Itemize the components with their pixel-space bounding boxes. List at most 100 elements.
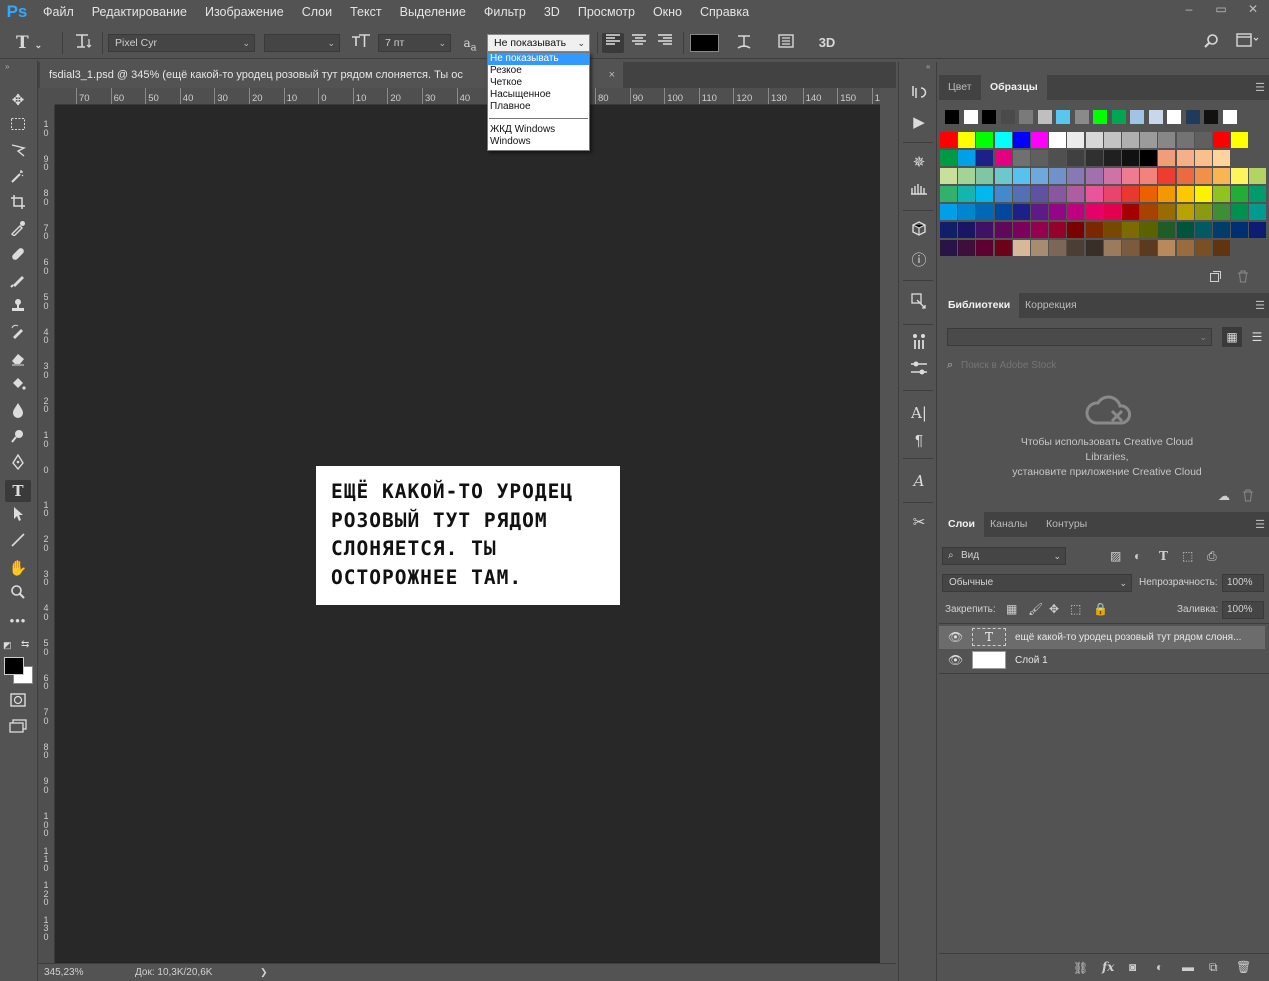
color-swatch[interactable] xyxy=(958,150,976,166)
swap-colors-icon[interactable]: ⇆ xyxy=(21,639,29,650)
color-swatch[interactable] xyxy=(1031,168,1048,184)
color-swatch[interactable] xyxy=(1103,204,1121,220)
color-swatch[interactable] xyxy=(1085,186,1103,202)
document-text-layer[interactable]: ЕЩЁ КАКОЙ-ТО УРОДЕЦ РОЗОВЫЙ ТУТ РЯДОМ СЛ… xyxy=(331,478,621,592)
color-swatch[interactable] xyxy=(1140,168,1158,184)
dropdown-option-lcd-windows[interactable]: ЖКД Windows xyxy=(488,124,589,136)
menu-3d[interactable]: 3D xyxy=(535,0,569,24)
hand-tool-icon[interactable]: ✋ xyxy=(5,558,31,580)
color-swatch[interactable] xyxy=(1031,240,1048,256)
opacity-field[interactable]: 100% xyxy=(1222,574,1264,592)
color-swatch[interactable] xyxy=(1148,110,1163,124)
new-layer-icon[interactable]: ⧉ xyxy=(1209,960,1218,975)
color-swatch[interactable] xyxy=(1204,110,1218,124)
color-swatch[interactable] xyxy=(1074,110,1089,124)
filter-smart-object-icon[interactable]: ⎙ xyxy=(1207,549,1217,564)
filter-shape-icon[interactable]: ⬚ xyxy=(1182,549,1193,563)
tab-color[interactable]: Цвет xyxy=(939,75,981,100)
color-swatch[interactable] xyxy=(1031,186,1048,202)
character-panel-icon[interactable] xyxy=(775,33,797,53)
color-swatch[interactable] xyxy=(1231,168,1249,184)
color-swatch[interactable] xyxy=(1000,110,1015,124)
color-swatch[interactable] xyxy=(1085,240,1103,256)
tab-layers[interactable]: Слои xyxy=(939,512,984,537)
zoom-tool-icon[interactable] xyxy=(5,584,31,606)
crop-tool-icon[interactable] xyxy=(5,194,31,216)
color-swatch[interactable] xyxy=(1085,222,1103,238)
color-swatch[interactable] xyxy=(1167,110,1181,124)
lock-pixels-icon[interactable]: 🖌 xyxy=(1028,602,1043,616)
color-swatch[interactable] xyxy=(1140,222,1158,238)
collapse-tools-icon[interactable]: » xyxy=(5,62,9,71)
brushes-icon[interactable] xyxy=(907,180,931,202)
stock-search-input[interactable] xyxy=(961,356,1261,374)
color-swatch[interactable] xyxy=(1140,240,1158,256)
color-swatch[interactable] xyxy=(1231,132,1249,148)
paint-bucket-icon[interactable] xyxy=(5,376,31,398)
color-swatch[interactable] xyxy=(976,240,994,256)
color-swatch[interactable] xyxy=(1049,204,1067,220)
color-swatch[interactable] xyxy=(1019,110,1033,124)
color-swatch[interactable] xyxy=(940,186,957,202)
delete-layer-icon[interactable]: 🗑 xyxy=(1236,960,1251,974)
color-swatch[interactable] xyxy=(1158,240,1176,256)
layers-menu-icon[interactable]: ☰ xyxy=(1255,518,1265,531)
menu-window[interactable]: Окно xyxy=(644,0,691,24)
menu-edit[interactable]: Редактирование xyxy=(83,0,196,24)
color-swatch[interactable] xyxy=(1122,204,1139,220)
color-swatch[interactable] xyxy=(958,240,976,256)
color-swatch[interactable] xyxy=(1194,204,1212,220)
tab-libraries[interactable]: Библиотеки xyxy=(939,293,1020,318)
color-swatch[interactable] xyxy=(1067,204,1085,220)
lock-transparency-icon[interactable]: ▦ xyxy=(1006,602,1017,616)
color-swatch[interactable] xyxy=(958,204,976,220)
properties-icon[interactable] xyxy=(907,360,931,382)
warp-text-icon[interactable] xyxy=(733,33,755,53)
font-style-select[interactable]: ⌄ xyxy=(264,34,340,52)
color-swatch[interactable] xyxy=(1213,204,1230,220)
align-center-icon[interactable] xyxy=(628,33,650,53)
dodge-tool-icon[interactable] xyxy=(5,428,31,450)
color-swatch[interactable] xyxy=(982,110,996,124)
color-swatch[interactable] xyxy=(1158,150,1176,166)
color-swatch[interactable] xyxy=(1122,168,1139,184)
color-swatch[interactable] xyxy=(1067,132,1085,148)
dropdown-option-strong[interactable]: Насыщенное xyxy=(488,89,589,101)
color-swatch[interactable] xyxy=(994,204,1012,220)
line-tool-icon[interactable] xyxy=(5,532,31,554)
layer-name[interactable]: Слой 1 xyxy=(1015,655,1048,666)
vertical-scrollbar[interactable] xyxy=(880,88,896,963)
menu-file[interactable]: Файл xyxy=(34,0,83,24)
color-swatch[interactable] xyxy=(1231,204,1249,220)
tool-preset-picker[interactable]: T ⌄ xyxy=(16,33,50,53)
align-left-icon[interactable] xyxy=(602,33,624,53)
brush-tool-icon[interactable] xyxy=(5,272,31,294)
fx-icon[interactable]: fx xyxy=(1102,960,1114,974)
close-window-button[interactable]: ✕ xyxy=(1237,0,1269,20)
color-swatch[interactable] xyxy=(976,168,994,184)
color-swatch[interactable] xyxy=(1176,168,1194,184)
layer-name[interactable]: ещё какой-то уродец розовый тут рядом сл… xyxy=(1015,632,1241,643)
color-swatch[interactable] xyxy=(1194,186,1212,202)
eraser-tool-icon[interactable] xyxy=(5,350,31,372)
color-swatch[interactable] xyxy=(1158,132,1176,148)
color-swatch[interactable] xyxy=(958,168,976,184)
color-swatch[interactable] xyxy=(994,240,1012,256)
color-swatch[interactable] xyxy=(1111,110,1126,124)
screen-mode-icon[interactable] xyxy=(5,718,31,740)
color-swatch[interactable] xyxy=(1249,186,1267,202)
color-swatch[interactable] xyxy=(1194,132,1212,148)
menu-text[interactable]: Текст xyxy=(341,0,390,24)
dropdown-option-smooth[interactable]: Плавное xyxy=(488,101,589,113)
restore-button[interactable]: ▭ xyxy=(1205,0,1237,20)
layer-visibility-eye-icon[interactable]: 👁 xyxy=(948,630,963,644)
blur-tool-icon[interactable] xyxy=(5,402,31,424)
color-swatch[interactable] xyxy=(1213,168,1230,184)
delete-library-icon[interactable] xyxy=(1242,489,1254,505)
color-swatch[interactable] xyxy=(940,240,957,256)
color-swatch[interactable] xyxy=(994,222,1012,238)
color-swatch[interactable] xyxy=(976,222,994,238)
color-swatch[interactable] xyxy=(1249,204,1267,220)
brush-settings-icon[interactable]: ✵ xyxy=(907,152,931,174)
tab-adjustments[interactable]: Коррекция xyxy=(1016,293,1086,318)
